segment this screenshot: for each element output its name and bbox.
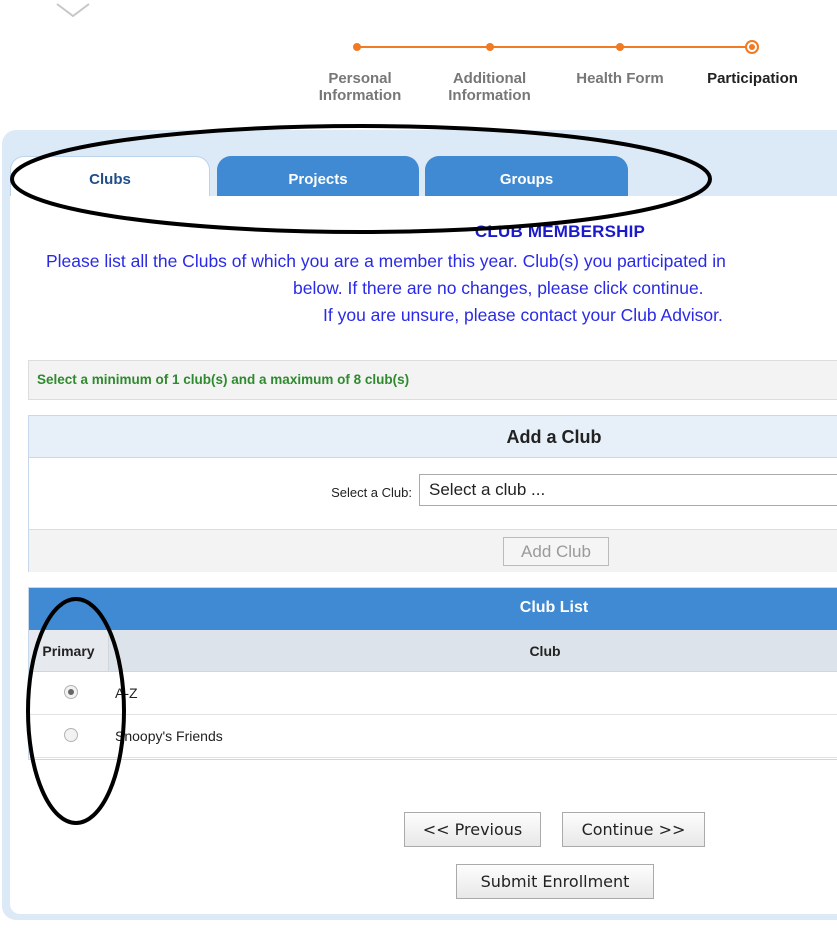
intro-text-line-1: Please list all the Clubs of which you a… (46, 251, 726, 271)
stepper-track (353, 40, 759, 54)
tab-clubs[interactable]: Clubs (10, 156, 210, 196)
table-row: Snoopy's Friends (29, 715, 837, 758)
add-club-section: Add a Club Select a Club: Select a club … (28, 415, 837, 572)
page-title: CLUB MEMBERSHIP (474, 222, 646, 241)
step-participation: Participation (707, 70, 798, 87)
column-header-primary: Primary (29, 630, 109, 671)
continue-button[interactable]: Continue >> (562, 812, 705, 847)
club-select[interactable]: Select a club ... (419, 474, 837, 506)
add-club-footer: Add Club (29, 529, 837, 572)
progress-stepper: Personal Information Additional Informat… (0, 0, 837, 110)
club-name: Snoopy's Friends (115, 728, 223, 744)
intro-text-line-2: below. If there are no changes, please c… (293, 278, 704, 298)
step-health-form[interactable]: Health Form (565, 70, 675, 87)
step-dot-health (616, 43, 624, 51)
table-row: A-Z (29, 672, 837, 715)
add-club-button[interactable]: Add Club (503, 537, 609, 566)
select-club-label: Select a Club: (331, 485, 412, 500)
club-name: A-Z (115, 685, 138, 701)
submit-enrollment-button[interactable]: Submit Enrollment (456, 864, 654, 899)
previous-button[interactable]: << Previous (404, 812, 541, 847)
primary-radio-a-z[interactable] (64, 685, 78, 699)
club-list-header: Club List (29, 588, 837, 630)
column-header-club: Club (529, 643, 561, 659)
tab-clubs-label: Clubs (89, 171, 131, 188)
club-list-title: Club List (519, 599, 589, 616)
step-additional-information[interactable]: Additional Information (432, 70, 547, 104)
tab-projects[interactable]: Projects (217, 156, 419, 196)
intro-text-line-3: If you are unsure, please contact your C… (323, 305, 723, 325)
requirement-bar: Select a minimum of 1 club(s) and a maxi… (28, 360, 837, 400)
step-dot-additional (486, 43, 494, 51)
table-header-row: Primary Club (29, 630, 837, 672)
add-club-title: Add a Club (506, 427, 602, 447)
primary-radio-snoopys-friends[interactable] (64, 728, 78, 742)
club-list-table: Club List Primary Club A-Z Snoopy's Frie… (28, 587, 837, 760)
tab-groups-label: Groups (499, 171, 554, 188)
tab-projects-label: Projects (288, 171, 348, 188)
step-personal-information[interactable]: Personal Information (305, 70, 415, 104)
add-club-header: Add a Club (29, 416, 837, 458)
tab-groups[interactable]: Groups (425, 156, 628, 196)
requirement-text: Select a minimum of 1 club(s) and a maxi… (37, 372, 410, 387)
step-dot-personal (353, 43, 361, 51)
